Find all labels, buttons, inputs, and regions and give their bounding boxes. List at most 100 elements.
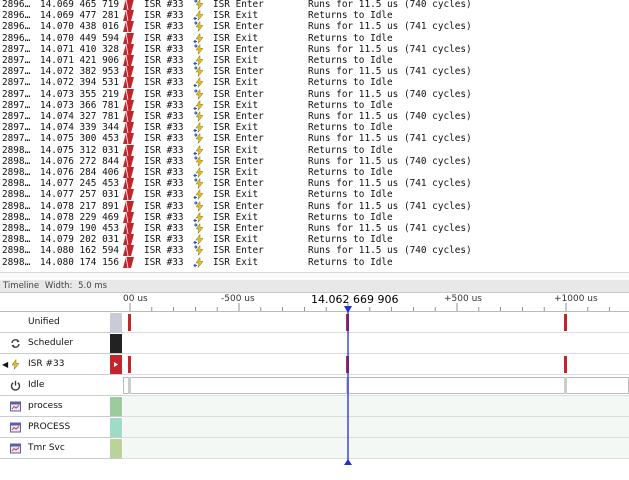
list-item[interactable]: 2898… 14.075 312 031 ISR #33 ISR Exit Return… [0, 144, 629, 156]
list-item[interactable]: 2898… 14.078 229 469 ISR #33 ISR Exit Return… [0, 211, 629, 223]
list-item[interactable]: 2896… 14.069 465 719 ISR #33 ISR Enter Runs … [0, 0, 629, 10]
list-item[interactable]: 2898… 14.076 284 406 ISR #33 ISR Exit Return… [0, 167, 629, 178]
isr-exit-icon [193, 77, 204, 89]
event-index: 2896… [2, 10, 31, 22]
event-index: 2897… [2, 133, 31, 145]
isr-source-icon [123, 32, 134, 44]
event-timestamp: 14.076 272 844 [40, 155, 120, 167]
event-description: Returns to Idle [308, 144, 393, 156]
idle-gap [564, 377, 567, 394]
event-description: Runs for 11.5 us (741 cycles) [308, 178, 472, 190]
list-item[interactable]: 2897… 14.072 394 531 ISR #33 ISR Exit Return… [0, 77, 629, 89]
event-type: ISR Enter [213, 133, 264, 145]
list-item[interactable]: 2898… 14.080 162 594 ISR #33 ISR Enter Runs … [0, 245, 629, 257]
list-item[interactable]: 2896… 14.070 449 594 ISR #33 ISR Exit Return… [0, 32, 629, 44]
event-type: ISR Enter [213, 223, 264, 234]
event-index: 2898… [2, 245, 31, 257]
event-type: ISR Enter [213, 178, 264, 190]
event-list[interactable]: 2896… 14.069 465 719 ISR #33 ISR Enter Runs … [0, 0, 629, 272]
lane-expander-icon[interactable]: ◀ [2, 354, 8, 375]
list-item[interactable]: 2897… 14.071 410 328 ISR #33 ISR Enter Runs … [0, 43, 629, 55]
tick-label-minus-500: -500 us [221, 294, 255, 304]
isr-source-icon [123, 256, 134, 268]
isr-source-icon [123, 21, 134, 33]
lane-track-idle[interactable] [123, 375, 629, 396]
isr-source-icon [123, 245, 134, 257]
timeline-width-value[interactable]: 5.0 ms [78, 281, 107, 291]
event-timestamp: 14.075 300 453 [40, 133, 120, 145]
event-index: 2896… [2, 0, 31, 10]
event-timestamp: 14.071 421 906 [40, 55, 120, 66]
lane-track-isr-33[interactable] [123, 354, 629, 375]
isr-marker[interactable] [564, 314, 567, 331]
list-item[interactable]: 2898… 14.076 272 844 ISR #33 ISR Enter Runs … [0, 155, 629, 167]
list-item[interactable]: 2897… 14.072 382 953 ISR #33 ISR Enter Runs … [0, 66, 629, 78]
lane-track-tmr-svc[interactable] [123, 438, 629, 459]
list-item[interactable]: 2896… 14.070 438 016 ISR #33 ISR Enter Runs … [0, 21, 629, 33]
event-description: Returns to Idle [308, 55, 393, 66]
list-item[interactable]: 2898… 14.080 174 156 ISR #33 ISR Exit Return… [0, 256, 629, 268]
task-window-icon [10, 401, 21, 412]
event-timestamp: 14.076 284 406 [40, 167, 120, 178]
list-item[interactable]: 2897… 14.074 327 781 ISR #33 ISR Enter Runs … [0, 111, 629, 122]
lane-track-process-upper[interactable] [123, 417, 629, 438]
timeline-header: Timeline Width: 5.0 ms [0, 280, 629, 293]
event-description: Runs for 11.5 us (740 cycles) [308, 245, 472, 257]
lane-label-isr-33[interactable]: ◀ ISR #33 [0, 354, 123, 375]
lane-track-scheduler[interactable] [123, 333, 629, 354]
time-ruler[interactable]: 00 us -500 us 14.062 669 906 +500 us +10… [123, 293, 629, 312]
isr-marker[interactable] [128, 356, 131, 373]
lane-label-scheduler[interactable]: Scheduler [0, 333, 123, 354]
event-index: 2898… [2, 234, 31, 246]
list-item[interactable]: 2898… 14.077 245 453 ISR #33 ISR Enter Runs … [0, 178, 629, 190]
isr-marker[interactable] [564, 356, 567, 373]
event-description: Runs for 11.5 us (741 cycles) [308, 133, 472, 145]
event-type: ISR Exit [213, 144, 259, 156]
list-item[interactable]: 2898… 14.079 190 453 ISR #33 ISR Enter Runs … [0, 223, 629, 234]
isr-exit-icon [193, 55, 204, 66]
list-item[interactable]: 2897… 14.071 421 906 ISR #33 ISR Exit Return… [0, 55, 629, 66]
lane-track-unified[interactable] [123, 312, 629, 333]
list-item[interactable]: 2897… 14.073 366 781 ISR #33 ISR Exit Return… [0, 99, 629, 111]
list-item[interactable]: 2898… 14.077 257 031 ISR #33 ISR Exit Return… [0, 189, 629, 201]
lane-label-idle[interactable]: Idle [0, 375, 123, 396]
event-source: ISR #33 [144, 0, 184, 10]
isr-enter-icon [194, 43, 204, 55]
isr-marker[interactable] [128, 314, 131, 331]
lane-label-process[interactable]: process [0, 396, 123, 417]
event-source: ISR #33 [144, 10, 184, 22]
list-item[interactable]: 2897… 14.074 339 344 ISR #33 ISR Exit Return… [0, 122, 629, 134]
event-type: ISR Exit [213, 234, 259, 246]
event-timestamp: 14.069 465 719 [40, 0, 120, 10]
list-item[interactable]: 2898… 14.079 202 031 ISR #33 ISR Exit Return… [0, 234, 629, 246]
event-timestamp: 14.074 327 781 [40, 111, 120, 122]
isr-source-icon [123, 133, 134, 145]
event-timestamp: 14.069 477 281 [40, 10, 120, 22]
lane-label-unified[interactable]: Unified [0, 312, 123, 333]
event-type: ISR Exit [213, 99, 259, 111]
isr-enter-icon [194, 21, 204, 33]
idle-bar [123, 377, 629, 394]
isr-source-icon [123, 167, 134, 178]
event-description: Runs for 11.5 us (740 cycles) [308, 155, 472, 167]
isr-source-icon [123, 88, 134, 100]
isr-source-icon [123, 178, 134, 190]
event-timestamp: 14.075 312 031 [40, 144, 120, 156]
event-description: Returns to Idle [308, 234, 393, 246]
event-index: 2897… [2, 122, 31, 134]
lane-label-process-upper[interactable]: PROCESS [0, 417, 123, 438]
list-item[interactable]: 2897… 14.075 300 453 ISR #33 ISR Enter Runs … [0, 133, 629, 145]
lane-label-tmr-svc[interactable]: Tmr Svc [0, 438, 123, 459]
isr-marker[interactable] [346, 314, 349, 331]
list-item[interactable]: 2897… 14.073 355 219 ISR #33 ISR Enter Runs … [0, 88, 629, 100]
isr-enter-icon [194, 178, 204, 189]
list-item[interactable]: 2898… 14.078 217 891 ISR #33 ISR Enter Runs … [0, 200, 629, 212]
event-source: ISR #33 [144, 178, 184, 190]
lane-name: Idle [28, 380, 45, 390]
event-index: 2896… [2, 32, 31, 44]
list-item[interactable]: 2896… 14.069 477 281 ISR #33 ISR Exit Return… [0, 10, 629, 22]
event-source: ISR #33 [144, 256, 184, 268]
lane-track-process[interactable] [123, 396, 629, 417]
lane-swatch [110, 355, 122, 374]
isr-marker[interactable] [346, 356, 349, 373]
